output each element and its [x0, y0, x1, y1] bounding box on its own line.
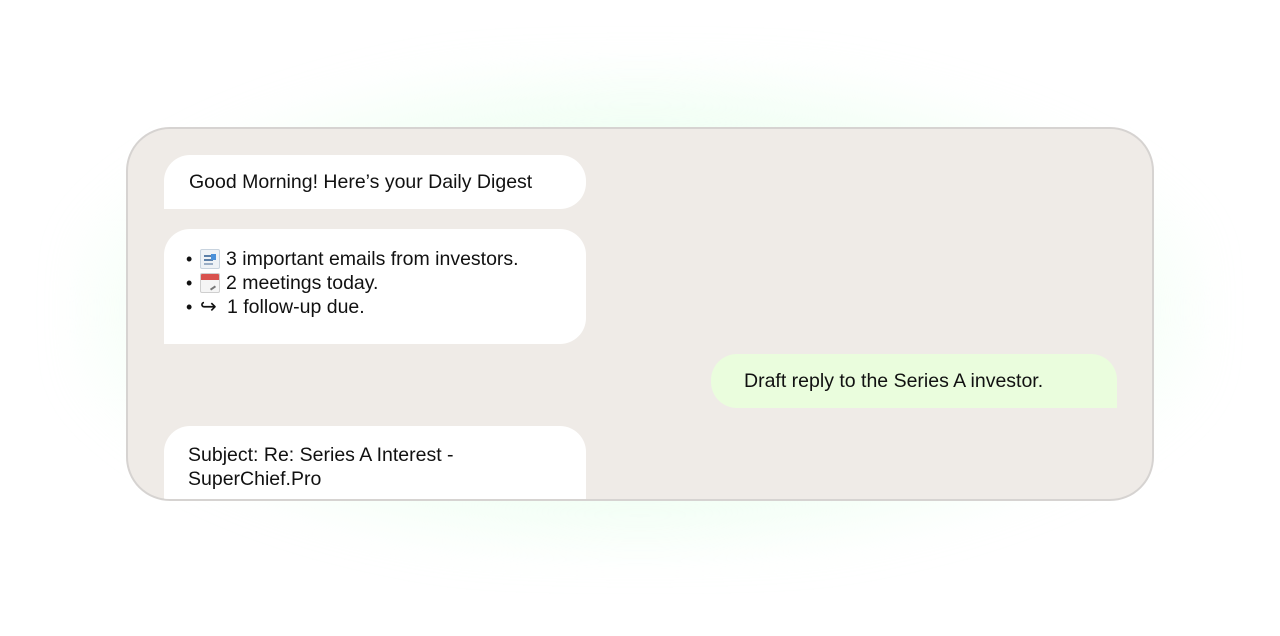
user-message-text: Draft reply to the Series A investor.: [744, 370, 1044, 392]
user-message: Draft reply to the Series A investor.: [711, 354, 1117, 408]
digest-item-followup: • ↪ 1 follow-up due.: [186, 295, 566, 319]
digest-message: • 3 important emails from investors. • 2…: [164, 229, 586, 344]
bullet: •: [186, 297, 193, 317]
digest-item-text: 2 meetings today.: [226, 272, 379, 294]
draft-subject-line1: Subject: Re: Series A Interest -: [188, 444, 454, 466]
digest-item-text: 1 follow-up due.: [227, 296, 365, 318]
digest-item-text: 3 important emails from investors.: [226, 248, 519, 270]
draft-message: Subject: Re: Series A Interest - SuperCh…: [164, 426, 586, 499]
greeting-text: Good Morning! Here’s your Daily Digest: [189, 171, 533, 193]
return-arrow-icon: ↪: [200, 296, 217, 318]
bullet: •: [186, 273, 193, 293]
digest-item-emails: • 3 important emails from investors.: [186, 247, 566, 271]
digest-item-meetings: • 2 meetings today.: [186, 271, 566, 295]
calendar-icon: [200, 273, 220, 293]
greeting-message: Good Morning! Here’s your Daily Digest: [164, 155, 586, 209]
bullet: •: [186, 249, 193, 269]
draft-subject-line2: SuperChief.Pro: [188, 468, 322, 490]
chat-window[interactable]: Good Morning! Here’s your Daily Digest •…: [126, 127, 1154, 501]
digest-list: • 3 important emails from investors. • 2…: [186, 247, 566, 319]
newspaper-icon: [200, 249, 220, 269]
